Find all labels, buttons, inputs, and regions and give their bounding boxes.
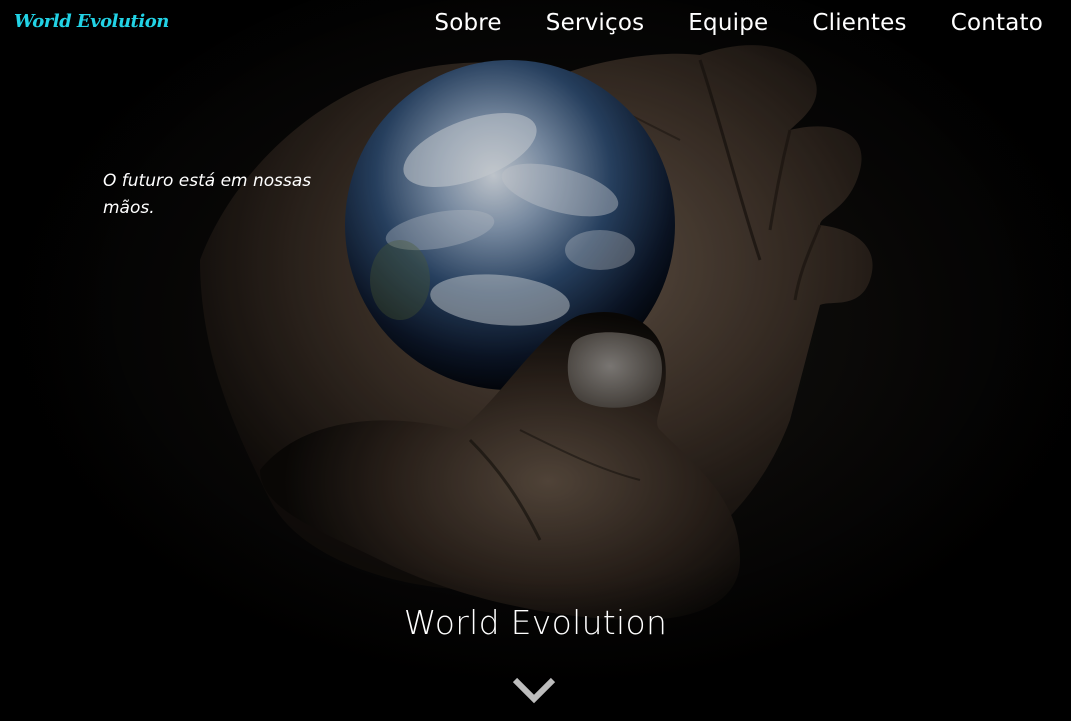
nav-link-sobre[interactable]: Sobre — [434, 10, 501, 36]
nav-item-servicos: Serviços — [546, 10, 645, 36]
page: World Evolution Sobre Serviços Equipe Cl… — [0, 0, 1071, 721]
nav-item-contato: Contato — [951, 10, 1043, 36]
nav-link-servicos[interactable]: Serviços — [546, 10, 645, 36]
navbar: World Evolution Sobre Serviços Equipe Cl… — [0, 0, 1071, 52]
brand-logo[interactable]: World Evolution — [14, 11, 169, 32]
nav-item-sobre: Sobre — [434, 10, 501, 36]
nav-link-clientes[interactable]: Clientes — [812, 10, 906, 36]
scroll-down-button[interactable] — [511, 674, 557, 706]
nav-link-equipe[interactable]: Equipe — [688, 10, 768, 36]
nav-item-clientes: Clientes — [812, 10, 906, 36]
nav-link-contato[interactable]: Contato — [951, 10, 1043, 36]
chevron-down-icon — [512, 677, 556, 704]
nav-menu: Sobre Serviços Equipe Clientes Contato — [390, 10, 1043, 36]
hero-tagline: O futuro está em nossas mãos. — [103, 171, 312, 218]
nav-item-equipe: Equipe — [688, 10, 768, 36]
hero-title: World Evolution — [403, 603, 668, 642]
